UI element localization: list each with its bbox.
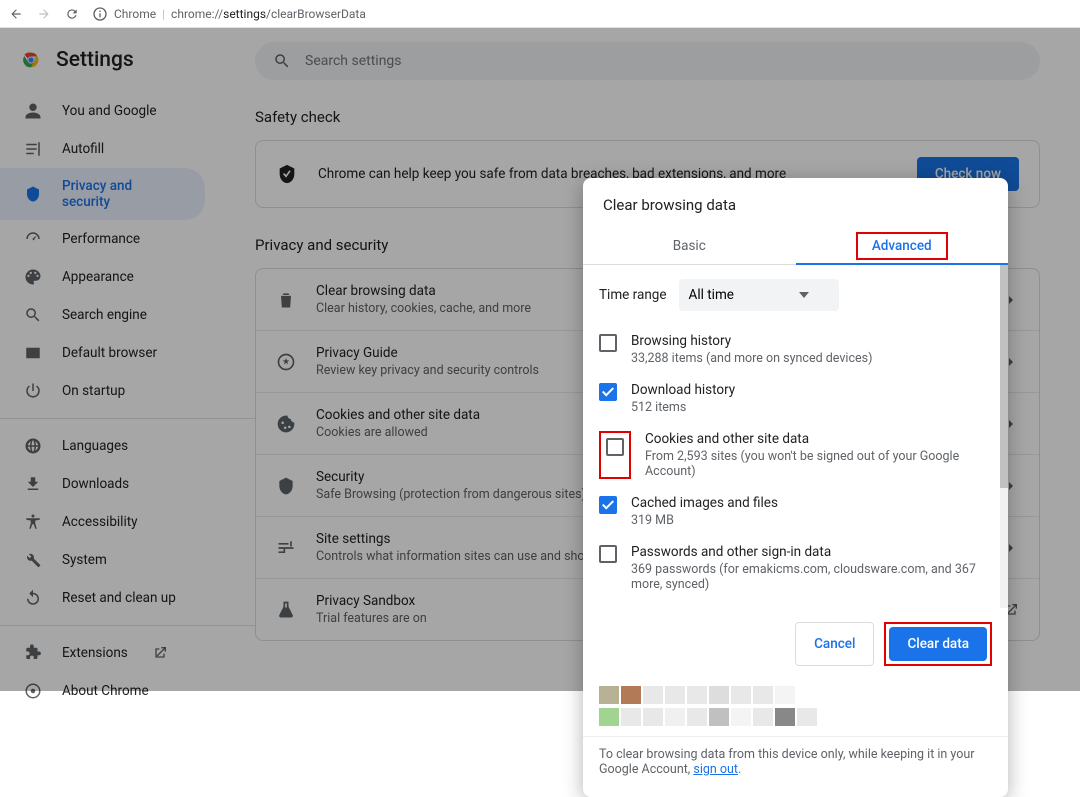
address-bar[interactable]: Chrome | chrome://settings/clearBrowserD… <box>92 6 366 22</box>
dialog-scrollbar[interactable] <box>1000 265 1008 608</box>
tab-basic[interactable]: Basic <box>583 228 796 264</box>
checkbox[interactable] <box>599 545 617 563</box>
dialog-tabs: Basic Advanced <box>583 228 1008 265</box>
chk-download-history[interactable]: Download history512 items <box>599 374 992 423</box>
synced-account-preview <box>583 680 1008 736</box>
chk-browsing-history[interactable]: Browsing history33,288 items (and more o… <box>599 325 992 374</box>
time-range-label: Time range <box>599 287 667 303</box>
dialog-footer: To clear browsing data from this device … <box>583 736 1008 797</box>
reload-button[interactable] <box>64 6 80 22</box>
chk-passwords[interactable]: Passwords and other sign-in data369 pass… <box>599 536 992 600</box>
url: chrome://settings/clearBrowserData <box>171 7 366 21</box>
clear-browsing-data-dialog: Clear browsing data Basic Advanced Time … <box>583 178 1008 797</box>
chevron-down-icon <box>799 290 809 300</box>
chk-cached-images[interactable]: Cached images and files319 MB <box>599 487 992 536</box>
time-range-select[interactable]: All time <box>679 279 839 311</box>
product-label: Chrome <box>114 7 156 21</box>
site-info-icon <box>92 6 108 22</box>
checkbox[interactable] <box>599 334 617 352</box>
tab-advanced[interactable]: Advanced <box>796 228 1009 264</box>
dialog-body: Time range All time Browsing history33,2… <box>583 265 1008 608</box>
forward-button[interactable] <box>36 6 52 22</box>
checkbox[interactable] <box>606 438 624 456</box>
dialog-actions: Cancel Clear data <box>583 608 1008 680</box>
dialog-title: Clear browsing data <box>583 178 1008 228</box>
checkbox[interactable] <box>599 496 617 514</box>
checkbox[interactable] <box>599 383 617 401</box>
sign-out-link[interactable]: sign out <box>693 762 738 777</box>
cancel-button[interactable]: Cancel <box>795 622 874 666</box>
back-button[interactable] <box>8 6 24 22</box>
browser-toolbar: Chrome | chrome://settings/clearBrowserD… <box>0 0 1080 28</box>
chk-cookies[interactable]: Cookies and other site dataFrom 2,593 si… <box>599 423 992 487</box>
clear-data-button[interactable]: Clear data <box>889 627 987 661</box>
